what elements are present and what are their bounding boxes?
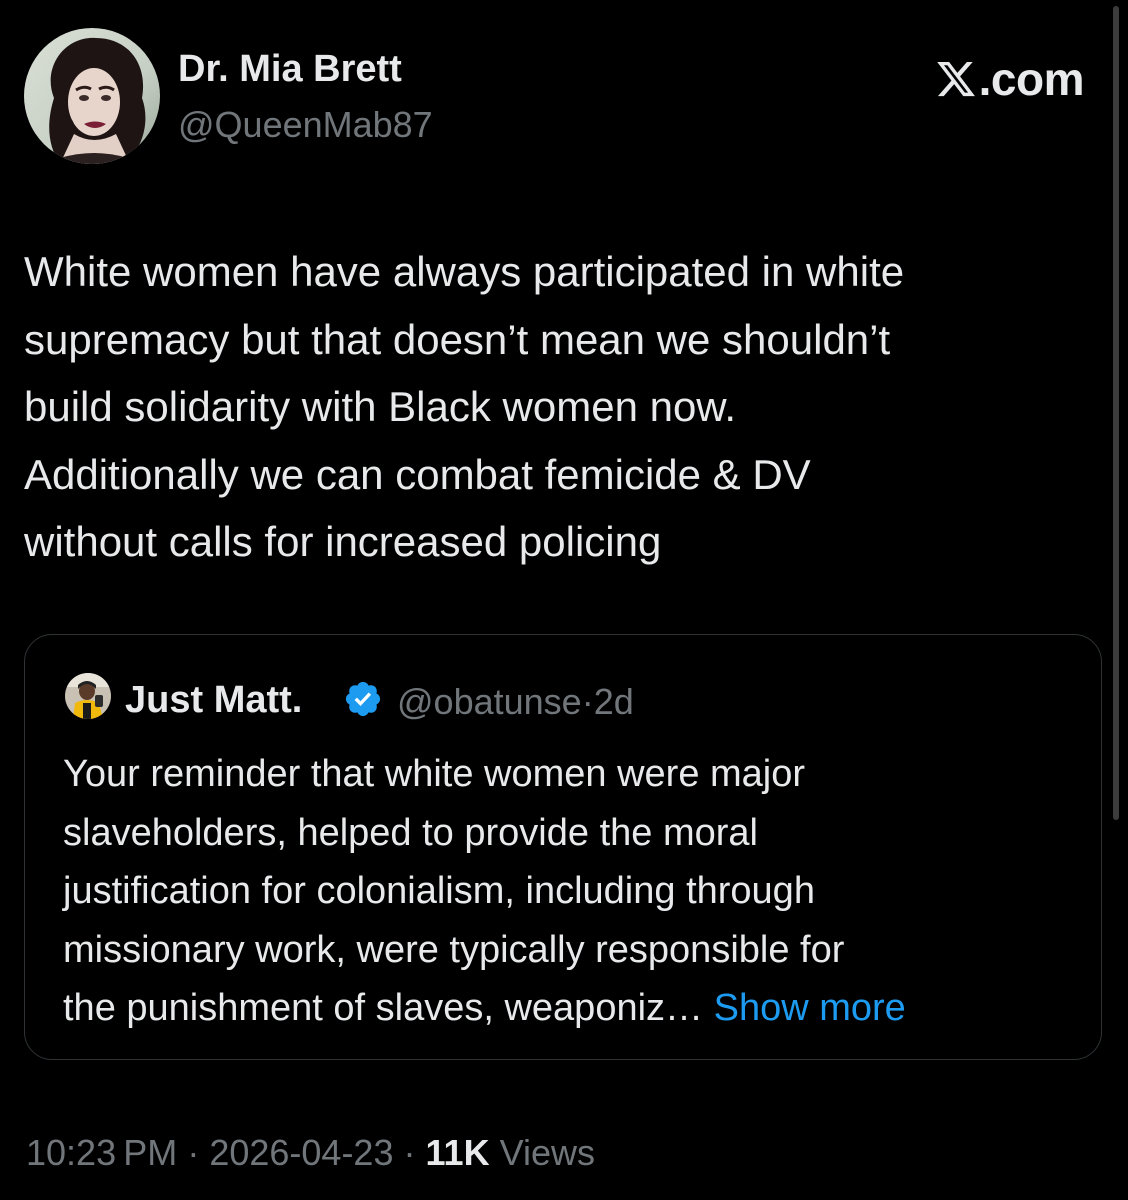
author-avatar-image	[24, 28, 160, 164]
views-count[interactable]: 11K	[426, 1132, 490, 1173]
quoted-text-line: slaveholders, helped to provide the mora…	[63, 811, 758, 854]
author-avatar[interactable]	[24, 28, 160, 164]
brand-watermark: .com	[935, 52, 1085, 106]
tweet-text-line: build solidarity with Black women now.	[24, 383, 736, 430]
verified-badge-icon	[345, 681, 381, 717]
quoted-tweet-text: Your reminder that white women were majo…	[63, 745, 1073, 1038]
quoted-text-line: the punishment of slaves, weaponiz…	[63, 987, 704, 1029]
quoted-author-avatar-image	[65, 673, 111, 719]
show-more-link[interactable]: Show more	[714, 987, 906, 1029]
tweet-time[interactable]: 10:23 PM	[26, 1132, 177, 1173]
views-label: Views	[499, 1132, 595, 1173]
tweet-text: White women have always participated in …	[24, 238, 1099, 576]
meta-separator: ·	[581, 681, 594, 722]
x-logo-icon	[936, 61, 975, 97]
brand-label: .com	[978, 53, 1085, 105]
quoted-text-line: justification for colonialism, including…	[63, 870, 815, 912]
quoted-author-avatar[interactable]	[65, 673, 111, 719]
quoted-tweet-age[interactable]: 2d	[594, 681, 634, 722]
tweet-text-line: supremacy but that doesn’t mean we shoul…	[24, 315, 891, 363]
author-display-name[interactable]: Dr. Mia Brett	[178, 48, 402, 91]
tweet-text-line: without calls for increased policing	[24, 518, 662, 565]
quoted-text-line-last: the punishment of slaves, weaponiz… Show…	[63, 979, 1073, 1038]
quoted-author-meta: @obatunse·2d	[397, 681, 634, 723]
meta-separator: ·	[187, 1132, 200, 1173]
scrollbar[interactable]	[1113, 6, 1119, 820]
quoted-text-line: missionary work, were typically responsi…	[63, 928, 845, 971]
quoted-text-line: Your reminder that white women were majo…	[63, 753, 806, 795]
tweet-text-line: White women have always participated in …	[24, 248, 905, 295]
quoted-tweet-card[interactable]: Just Matt. @obatunse·2d Your reminder th…	[24, 634, 1102, 1060]
tweet-meta-footer: 10:23 PM · 2026-04-23 · 11K Views	[26, 1132, 595, 1174]
author-handle[interactable]: @QueenMab87	[178, 104, 433, 146]
tweet-date[interactable]: 2026-04-23	[209, 1132, 393, 1173]
quoted-author-handle[interactable]: @obatunse	[397, 681, 582, 722]
quoted-author-display-name[interactable]: Just Matt.	[125, 679, 302, 722]
meta-separator: ·	[403, 1132, 416, 1173]
tweet-text-line: Additionally we can combat femicide & DV	[24, 450, 811, 498]
